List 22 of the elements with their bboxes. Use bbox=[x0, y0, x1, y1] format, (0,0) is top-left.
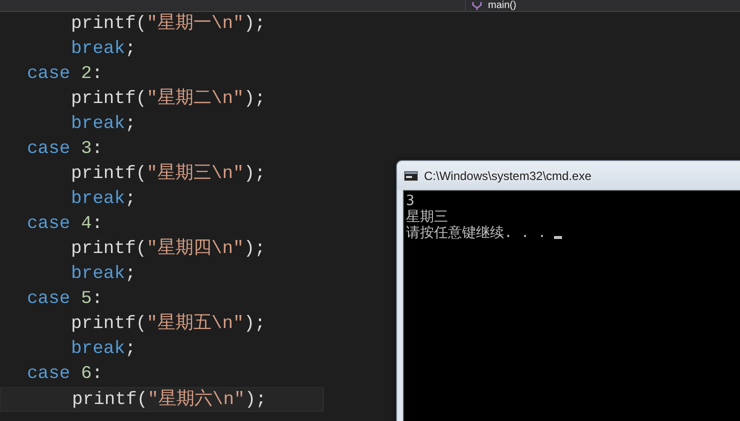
code-line: printf("星期三\n"); bbox=[70, 162, 266, 186]
member-dropdown[interactable]: main() bbox=[488, 0, 516, 11]
console-output: 3 bbox=[406, 193, 414, 209]
code-line: case 2: bbox=[26, 63, 103, 86]
code-line: case 6: bbox=[26, 363, 103, 386]
code-line: break; bbox=[70, 38, 136, 61]
console-icon bbox=[404, 170, 418, 180]
code-line: break; bbox=[70, 188, 136, 211]
code-line: case 5: bbox=[26, 288, 103, 311]
code-line: case 4: bbox=[26, 213, 103, 236]
code-line: printf("星期一\n"); bbox=[70, 12, 266, 36]
code-line: printf("星期五\n"); bbox=[70, 312, 266, 336]
console-output: 请按任意键继续. . . bbox=[406, 225, 546, 241]
code-line: case 3: bbox=[26, 138, 103, 161]
code-line: break; bbox=[70, 113, 136, 136]
text-cursor bbox=[554, 236, 562, 239]
code-line: break; bbox=[70, 338, 136, 361]
code-line: printf("星期四\n"); bbox=[70, 237, 266, 261]
code-line: break; bbox=[70, 263, 136, 286]
code-line: printf("星期二\n"); bbox=[70, 87, 266, 111]
window-title: C:\Windows\system32\cmd.exe bbox=[424, 168, 592, 182]
console-output: 星期三 bbox=[406, 209, 448, 225]
